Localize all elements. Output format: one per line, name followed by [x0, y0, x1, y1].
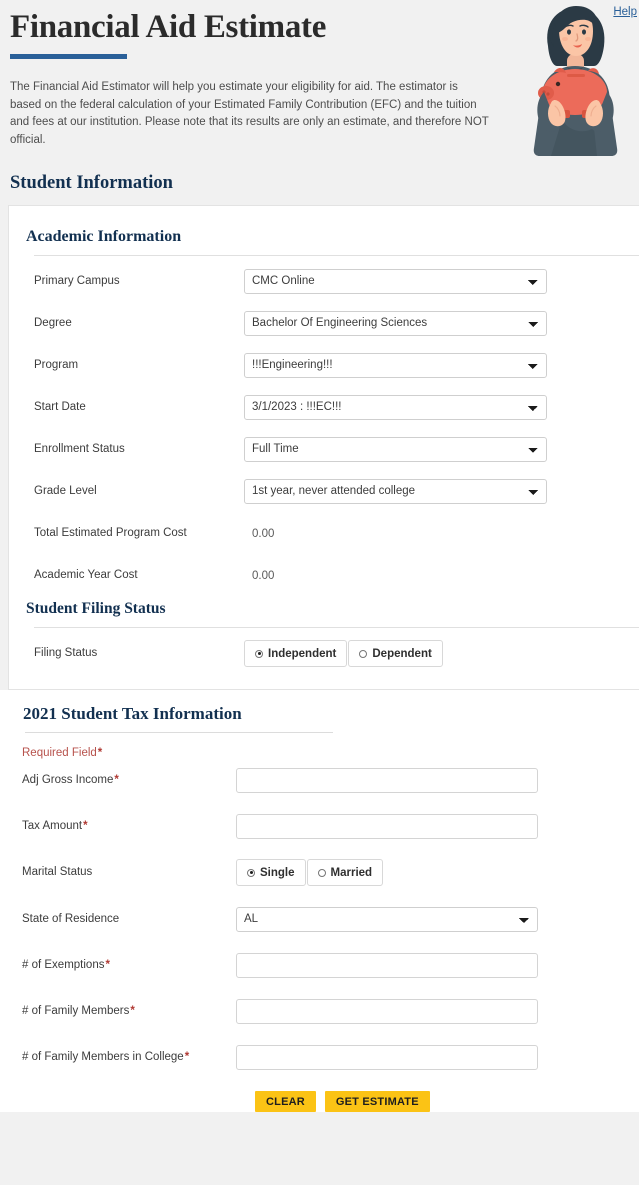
- required-asterisk-icon: *: [113, 774, 118, 786]
- family-members-input[interactable]: [236, 999, 538, 1024]
- label-start-date: Start Date: [9, 400, 244, 415]
- state-of-residence-select[interactable]: AL: [236, 907, 538, 932]
- filing-status-option-independent[interactable]: Independent: [244, 640, 347, 667]
- field-row-primary-campus: Primary Campus CMC Online: [9, 268, 639, 294]
- enrollment-status-select[interactable]: Full Time: [244, 437, 547, 462]
- label-grade-level: Grade Level: [9, 484, 244, 499]
- label-tax-amount-text: Tax Amount: [22, 820, 82, 832]
- field-row-start-date: Start Date 3/1/2023 : !!!EC!!!: [9, 394, 639, 420]
- label-adj-gross-income: Adj Gross Income*: [0, 773, 236, 788]
- tax-information-divider: [25, 732, 333, 733]
- adj-gross-income-input[interactable]: [236, 768, 538, 793]
- marital-status-option-single[interactable]: Single: [236, 859, 306, 886]
- required-asterisk-icon: *: [97, 747, 102, 759]
- marital-status-married-label: Married: [331, 867, 373, 879]
- field-row-grade-level: Grade Level 1st year, never attended col…: [9, 478, 639, 504]
- field-row-adj-gross-income: Adj Gross Income*: [0, 767, 639, 793]
- required-field-note: Required Field*: [0, 747, 639, 759]
- help-link[interactable]: Help: [613, 6, 637, 18]
- field-row-degree: Degree Bachelor Of Engineering Sciences: [9, 310, 639, 336]
- label-academic-year-cost: Academic Year Cost: [9, 568, 244, 583]
- student-tax-information-card: 2021 Student Tax Information Help Requir…: [0, 690, 639, 1112]
- marital-status-radio-group[interactable]: Single Married: [236, 859, 639, 886]
- field-row-tax-amount: Tax Amount*: [0, 813, 639, 839]
- field-row-academic-year-cost: Academic Year Cost 0.00: [9, 562, 639, 588]
- family-members-in-college-input[interactable]: [236, 1045, 538, 1070]
- required-asterisk-icon: *: [104, 959, 109, 971]
- label-exemptions: # of Exemptions*: [0, 958, 236, 973]
- field-row-total-program-cost: Total Estimated Program Cost 0.00: [9, 520, 639, 546]
- field-row-family-members-in-college: # of Family Members in College*: [0, 1044, 639, 1070]
- field-row-state-of-residence: State of Residence AL: [0, 906, 639, 932]
- filing-status-independent-label: Independent: [268, 648, 336, 660]
- field-row-filing-status: Filing Status Independent Dependent: [9, 640, 639, 667]
- degree-select[interactable]: Bachelor Of Engineering Sciences: [244, 311, 547, 336]
- label-marital-status: Marital Status: [0, 865, 236, 880]
- label-filing-status: Filing Status: [9, 646, 244, 661]
- page-header: Financial Aid Estimate The Financial Aid…: [0, 0, 639, 205]
- clear-button[interactable]: CLEAR: [255, 1091, 316, 1112]
- field-row-marital-status: Marital Status Single Married: [0, 859, 639, 886]
- filing-status-option-dependent[interactable]: Dependent: [348, 640, 442, 667]
- marital-status-single-label: Single: [260, 867, 295, 879]
- woman-holding-piggy-bank-icon: [518, 0, 633, 165]
- tax-information-heading: 2021 Student Tax Information: [0, 704, 639, 724]
- marital-status-option-married[interactable]: Married: [307, 859, 384, 886]
- label-family-members-in-college: # of Family Members in College*: [0, 1050, 236, 1065]
- label-family-members-text: # of Family Members: [22, 1005, 129, 1017]
- program-select[interactable]: !!!Engineering!!!: [244, 353, 547, 378]
- title-accent-rule: [10, 54, 127, 59]
- label-degree: Degree: [9, 316, 244, 331]
- radio-selected-icon: [247, 869, 255, 877]
- label-primary-campus: Primary Campus: [9, 274, 244, 289]
- tax-amount-input[interactable]: [236, 814, 538, 839]
- primary-campus-select[interactable]: CMC Online: [244, 269, 547, 294]
- label-exemptions-text: # of Exemptions: [22, 959, 104, 971]
- label-enrollment-status: Enrollment Status: [9, 442, 244, 457]
- academic-information-heading: Academic Information: [9, 228, 639, 246]
- exemptions-input[interactable]: [236, 953, 538, 978]
- required-asterisk-icon: *: [129, 1005, 134, 1017]
- start-date-select[interactable]: 3/1/2023 : !!!EC!!!: [244, 395, 547, 420]
- field-row-program: Program !!!Engineering!!!: [9, 352, 639, 378]
- field-row-enrollment-status: Enrollment Status Full Time: [9, 436, 639, 462]
- required-asterisk-icon: *: [184, 1051, 189, 1063]
- filing-status-dependent-label: Dependent: [372, 648, 431, 660]
- intro-paragraph: The Financial Aid Estimator will help yo…: [10, 79, 490, 149]
- required-field-text: Required Field: [22, 747, 97, 759]
- radio-unselected-icon: [359, 650, 367, 658]
- form-actions: CLEAR GET ESTIMATE: [0, 1091, 639, 1112]
- value-academic-year-cost: 0.00: [244, 570, 274, 582]
- label-program: Program: [9, 358, 244, 373]
- required-asterisk-icon: *: [82, 820, 87, 832]
- field-row-exemptions: # of Exemptions*: [0, 952, 639, 978]
- label-adj-gross-income-text: Adj Gross Income: [22, 774, 113, 786]
- radio-selected-icon: [255, 650, 263, 658]
- label-total-program-cost: Total Estimated Program Cost: [9, 526, 244, 541]
- value-total-program-cost: 0.00: [244, 528, 274, 540]
- filing-status-radio-group[interactable]: Independent Dependent: [244, 640, 639, 667]
- field-row-family-members: # of Family Members*: [0, 998, 639, 1024]
- student-information-heading: Student Information: [8, 173, 173, 194]
- radio-unselected-icon: [318, 869, 326, 877]
- student-information-card: Academic Information Primary Campus CMC …: [8, 205, 639, 690]
- label-family-members-in-college-text: # of Family Members in College: [22, 1051, 184, 1063]
- grade-level-select[interactable]: 1st year, never attended college: [244, 479, 547, 504]
- label-family-members: # of Family Members*: [0, 1004, 236, 1019]
- get-estimate-button[interactable]: GET ESTIMATE: [325, 1091, 430, 1112]
- label-tax-amount: Tax Amount*: [0, 819, 236, 834]
- student-filing-status-heading: Student Filing Status: [9, 600, 639, 618]
- label-state-of-residence: State of Residence: [0, 912, 236, 927]
